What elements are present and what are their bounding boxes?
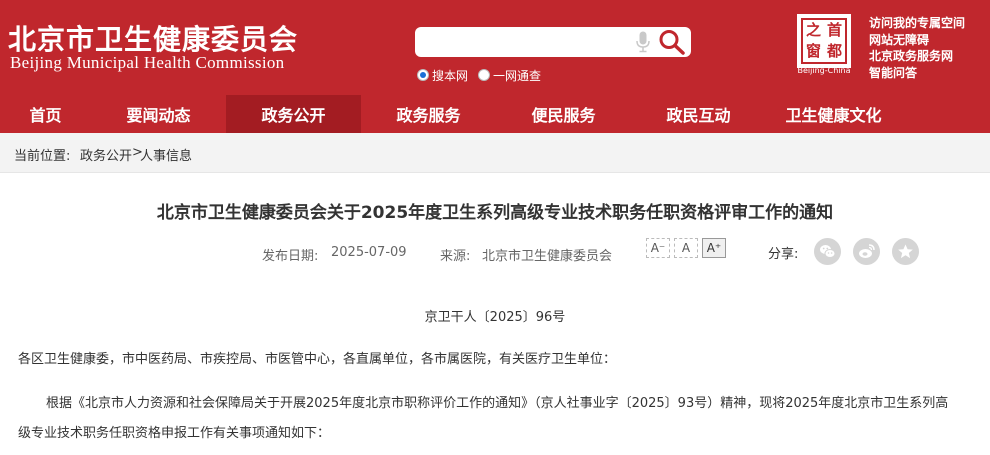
radio-search-all-label[interactable]: 一网通查 <box>493 67 541 84</box>
nav-item-news[interactable]: 要闻动态 <box>91 95 226 133</box>
quick-link-smart-qa[interactable]: 智能问答 <box>869 65 965 81</box>
recipients-line: 各区卫生健康委，市中医药局、市疾控局、市医管中心，各直属单位，各市属医院，有关医… <box>18 352 617 367</box>
quick-link-personal-space[interactable]: 访问我的专属空间 <box>869 15 965 31</box>
capital-window-caption: Beijing-China <box>797 66 851 75</box>
radio-search-all[interactable] <box>478 69 491 81</box>
article-title: 北京市卫生健康委员会关于2025年度卫生系列高级专业技术职务任职资格评审工作的通… <box>156 203 834 223</box>
favorite-icon[interactable] <box>892 238 919 265</box>
main-nav: 首页 要闻动态 政务公开 政务服务 便民服务 政民互动 卫生健康文化 <box>0 95 990 133</box>
radio-search-site[interactable] <box>417 69 429 81</box>
body-paragraph-line-1: 根据《北京市人力资源和社会保障局关于开展2025年度北京市职称评价工作的通知》（… <box>46 396 949 411</box>
nav-item-gov-services[interactable]: 政务服务 <box>361 95 496 133</box>
seal-char-3: 窗 <box>805 42 821 60</box>
share-label: 分享: <box>768 247 799 262</box>
site-header: 北京市卫生健康委员会 Beijing Municipal Health Comm… <box>0 0 990 95</box>
nav-item-home[interactable]: 首页 <box>0 95 91 133</box>
search-input[interactable] <box>423 31 633 53</box>
document-number: 京卫干人〔2025〕96号 <box>424 310 566 325</box>
wechat-icon[interactable] <box>814 238 841 265</box>
radio-search-site-label[interactable]: 搜本网 <box>432 67 468 84</box>
site-logo-english[interactable]: Beijing Municipal Health Commission <box>10 53 284 73</box>
body-paragraph-line-2: 级专业技术职务任职资格申报工作有关事项通知如下： <box>18 426 331 441</box>
publish-date: 2025-07-09 <box>331 245 407 260</box>
source-name: 北京市卫生健康委员会 <box>482 249 613 264</box>
font-decrease-button[interactable]: A⁻ <box>646 238 670 258</box>
capital-window-seal: 之 首 窗 都 <box>801 18 847 64</box>
nav-item-gov-affairs[interactable]: 政务公开 <box>226 95 361 133</box>
font-increase-button[interactable]: A⁺ <box>702 238 726 258</box>
breadcrumb: 当前位置: 政务公开 > 人事信息 <box>0 133 990 173</box>
microphone-icon[interactable] <box>636 31 650 53</box>
quick-link-gov-service[interactable]: 北京政务服务网 <box>869 48 965 64</box>
font-default-button[interactable]: A <box>674 238 698 258</box>
capital-window-logo[interactable]: 之 首 窗 都 <box>797 14 851 68</box>
seal-char-1: 之 <box>805 21 821 39</box>
weibo-icon[interactable] <box>853 238 880 265</box>
search-icon[interactable] <box>656 27 688 57</box>
site-logo-chinese[interactable]: 北京市卫生健康委员会 <box>8 18 298 58</box>
search-scope-radio-group: 搜本网 一网通查 <box>417 67 551 83</box>
publish-date-label: 发布日期: <box>262 249 319 264</box>
nav-item-public-services[interactable]: 便民服务 <box>496 95 631 133</box>
source-label: 来源: <box>440 249 471 264</box>
seal-char-2: 都 <box>826 42 842 60</box>
seal-char-0: 首 <box>826 21 842 39</box>
header-quick-links: 访问我的专属空间 网站无障碍 北京政务服务网 智能问答 <box>869 15 965 82</box>
breadcrumb-personnel-info[interactable]: 人事信息 <box>140 145 192 164</box>
nav-item-interaction[interactable]: 政民互动 <box>631 95 766 133</box>
breadcrumb-gov-affairs[interactable]: 政务公开 <box>80 145 132 164</box>
nav-item-health-culture[interactable]: 卫生健康文化 <box>766 95 901 133</box>
breadcrumb-label: 当前位置: <box>14 149 71 164</box>
quick-link-accessibility[interactable]: 网站无障碍 <box>869 32 965 48</box>
